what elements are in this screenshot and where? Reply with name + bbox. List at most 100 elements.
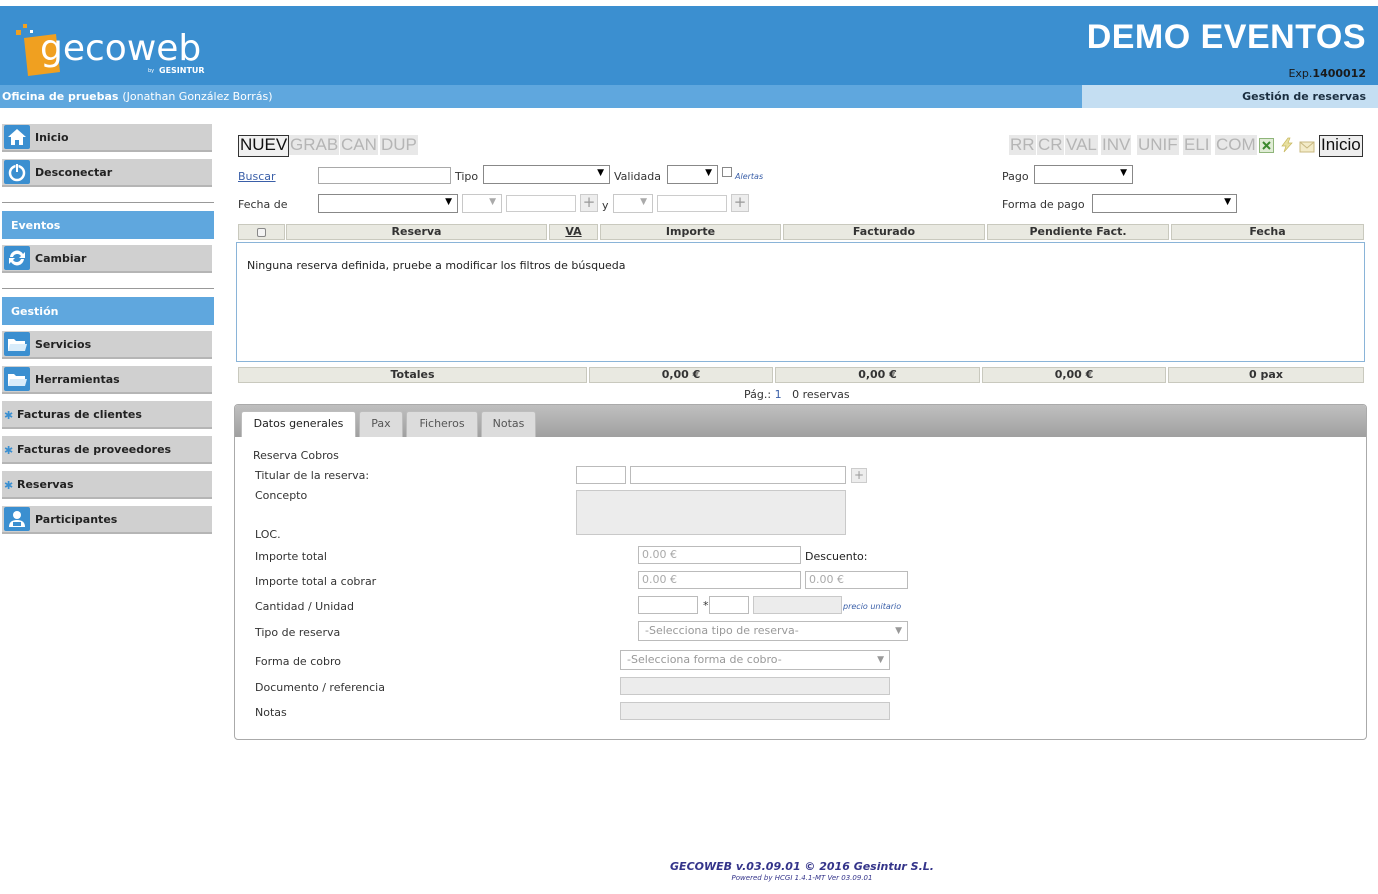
validada-label: Validada (614, 170, 661, 183)
folder-icon (4, 332, 30, 356)
descuento-input[interactable]: 0.00 € (805, 571, 908, 589)
nav-desconectar[interactable]: Desconectar (2, 159, 212, 187)
importe-cobrar-input[interactable]: 0.00 € (638, 571, 801, 589)
pago-select[interactable]: ▼ (1034, 165, 1133, 184)
val-button[interactable]: VAL (1065, 135, 1098, 155)
notas-input[interactable] (620, 702, 890, 720)
search-link[interactable]: Buscar (238, 170, 276, 183)
context-bar: Oficina de pruebas (Jonathan González Bo… (0, 85, 1378, 108)
date-to-input[interactable] (657, 195, 727, 212)
forma-pago-label: Forma de pago (1002, 198, 1085, 211)
eli-button[interactable]: ELI (1183, 135, 1211, 155)
y-label: y (602, 199, 609, 212)
date-from-preset-select[interactable]: ▼ (462, 194, 502, 213)
documento-input[interactable] (620, 677, 890, 695)
importe-total-input[interactable]: 0.00 € (638, 546, 801, 564)
notas-label: Notas (255, 706, 287, 719)
concepto-label: Concepto (255, 489, 308, 502)
expedient-number: Exp.1400012 (1288, 67, 1366, 80)
nav-facturas-clientes[interactable]: ✱ Facturas de clientes (2, 401, 212, 429)
forma-pago-select[interactable]: ▼ (1092, 194, 1237, 213)
excel-icon[interactable] (1259, 138, 1274, 153)
unif-button[interactable]: UNIF (1137, 135, 1179, 155)
date-from-add-button[interactable]: + (580, 194, 598, 212)
concepto-textarea[interactable] (576, 490, 846, 535)
select-all-checkbox[interactable] (257, 228, 266, 237)
svg-text:by: by (148, 68, 154, 74)
add-titular-button[interactable]: + (851, 468, 867, 483)
nav-reservas[interactable]: ✱ Reservas (2, 471, 212, 499)
tab-notas[interactable]: Notas (481, 411, 536, 437)
gecoweb-logo: gecoweb by GESINTUR (14, 16, 224, 80)
detail-tab-bar (235, 405, 1366, 437)
tipo-reserva-select[interactable]: -Selecciona tipo de reserva- ▼ (638, 621, 908, 641)
nav-section-gestion: Gestión (2, 297, 214, 325)
reservations-grid: Ninguna reserva definida, pruebe a modif… (236, 242, 1365, 362)
titular-code-input[interactable] (576, 466, 626, 484)
pager: Pág.: 1 0 reservas (744, 388, 850, 401)
star-icon: ✱ (4, 479, 14, 492)
unidad-input[interactable] (709, 596, 749, 614)
date-to-add-button[interactable]: + (731, 194, 749, 212)
column-header-importe[interactable]: Importe (600, 224, 781, 240)
tipo-select[interactable]: ▼ (483, 165, 610, 184)
validada-select[interactable]: ▼ (667, 165, 718, 184)
total-facturado: 0,00 € (775, 367, 980, 383)
total-pax: 0 pax (1168, 367, 1364, 383)
com-button[interactable]: COM (1215, 135, 1257, 155)
tab-ficheros[interactable]: Ficheros (406, 411, 478, 437)
column-header-facturado[interactable]: Facturado (783, 224, 985, 240)
column-header-va[interactable]: VA (549, 224, 598, 240)
tipo-reserva-label: Tipo de reserva (255, 626, 341, 639)
forma-cobro-select[interactable]: -Selecciona forma de cobro- ▼ (620, 650, 890, 670)
cantidad-label: Cantidad / Unidad (255, 600, 354, 613)
cr-button[interactable]: CR (1037, 135, 1064, 155)
fecha-type-select[interactable]: ▼ (318, 194, 458, 213)
documento-label: Documento / referencia (255, 681, 385, 694)
total-importe: 0,00 € (589, 367, 773, 383)
app-title: DEMO EVENTOS (1086, 18, 1366, 56)
footer-powered-by: Powered by HCGI 1.4.1-MT Ver 03.09.01 (731, 874, 873, 882)
column-header-fecha[interactable]: Fecha (1171, 224, 1364, 240)
precio-unitario-input (753, 596, 842, 614)
descuento-label: Descuento: (805, 550, 868, 563)
tipo-label: Tipo (455, 170, 479, 183)
power-icon (4, 160, 30, 184)
home-icon (4, 125, 30, 149)
select-all-header[interactable] (238, 224, 285, 240)
new-button[interactable]: NUEV (238, 135, 290, 157)
titular-name-input[interactable] (630, 466, 846, 484)
save-button[interactable]: GRAB (289, 135, 340, 155)
lightning-icon[interactable] (1279, 137, 1295, 153)
column-header-pendiente[interactable]: Pendiente Fact. (987, 224, 1169, 240)
svg-text:GESINTUR: GESINTUR (159, 66, 205, 75)
search-input[interactable] (318, 167, 451, 184)
inv-button[interactable]: INV (1101, 135, 1132, 155)
mail-icon[interactable] (1299, 139, 1315, 153)
nav-cambiar[interactable]: Cambiar (2, 245, 212, 273)
rr-button[interactable]: RR (1009, 135, 1036, 155)
tab-datos-generales[interactable]: Datos generales (241, 411, 356, 437)
inicio-button[interactable]: Inicio (1319, 135, 1363, 157)
column-header-reserva[interactable]: Reserva (286, 224, 547, 240)
cancel-button[interactable]: CAN (340, 135, 378, 155)
date-to-preset-select[interactable]: ▼ (613, 194, 653, 213)
page-link[interactable]: 1 (775, 388, 782, 401)
refresh-icon (4, 246, 30, 270)
star-icon: ✱ (4, 409, 14, 422)
total-pendiente: 0,00 € (982, 367, 1166, 383)
cantidad-input[interactable] (638, 596, 698, 614)
star-icon: ✱ (4, 444, 14, 457)
nav-inicio[interactable]: Inicio (2, 124, 212, 152)
duplicate-button[interactable]: DUP (380, 135, 418, 155)
nav-servicios[interactable]: Servicios (2, 331, 212, 359)
date-from-input[interactable] (506, 195, 576, 212)
nav-participantes[interactable]: Participantes (2, 506, 212, 534)
user-icon (4, 507, 30, 531)
tab-pax[interactable]: Pax (359, 411, 403, 437)
footer-copyright: GECOWEB v.03.09.01 © 2016 Gesintur S.L. (670, 860, 934, 873)
importe-cobrar-label: Importe total a cobrar (255, 575, 377, 588)
nav-herramientas[interactable]: Herramientas (2, 366, 212, 394)
alertas-checkbox[interactable] (722, 167, 732, 177)
nav-facturas-proveedores[interactable]: ✱ Facturas de proveedores (2, 436, 212, 464)
